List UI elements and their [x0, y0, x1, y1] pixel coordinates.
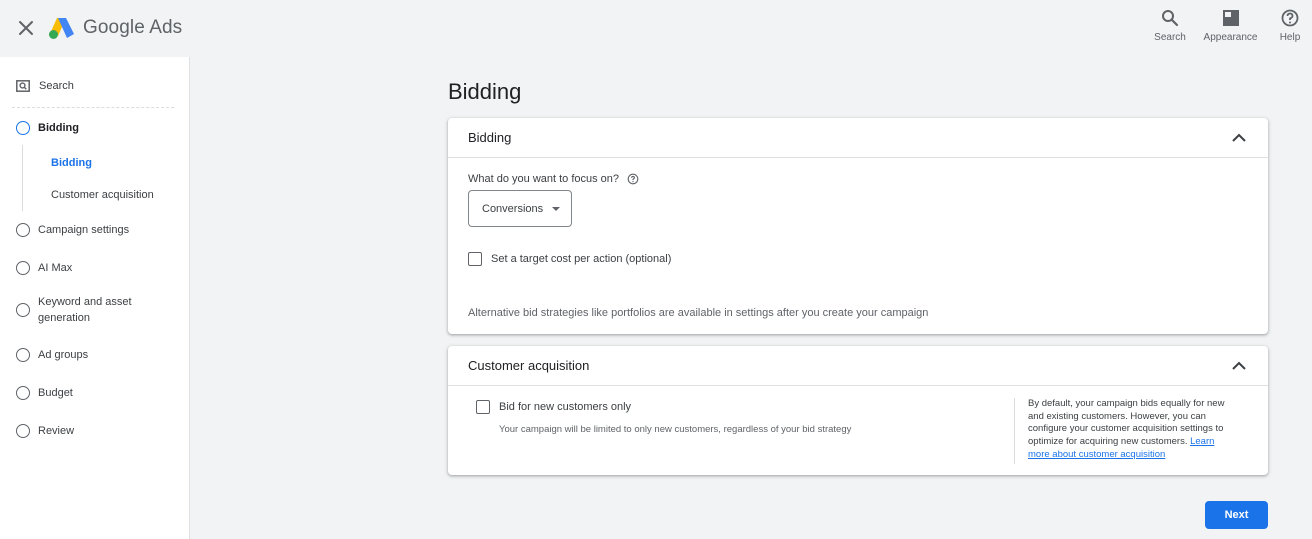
target-cpa-label: Set a target cost per action (optional): [491, 253, 672, 265]
new-customers-label: Bid for new customers only: [499, 401, 632, 413]
bid-strategy-note: Alternative bid strategies like portfoli…: [468, 307, 929, 319]
sidebar: Search Bidding Bidding Customer acquisit…: [0, 57, 190, 539]
help-circle-icon[interactable]: [627, 173, 639, 185]
appearance-label: Appearance: [1203, 32, 1258, 43]
sidebar-step-ai-max[interactable]: AI Max: [16, 260, 148, 276]
search-icon: [1162, 10, 1179, 27]
appearance-button[interactable]: Appearance: [1203, 8, 1258, 43]
customer-acquisition-card: Customer acquisition Bid for new custome…: [448, 346, 1268, 475]
step-status-icon: [16, 424, 30, 438]
target-cpa-checkbox[interactable]: [468, 252, 482, 266]
close-icon[interactable]: [16, 18, 36, 38]
new-customers-checkbox[interactable]: [476, 400, 490, 414]
help-icon: [1281, 9, 1299, 27]
focus-question: What do you want to focus on?: [468, 173, 639, 185]
sidebar-divider: [12, 107, 174, 108]
sidebar-step-review[interactable]: Review: [16, 423, 148, 439]
search-button[interactable]: Search: [1154, 8, 1186, 43]
sidebar-step-label: Keyword and asset generation: [38, 296, 132, 324]
step-status-icon: [16, 386, 30, 400]
acquisition-card-header[interactable]: Customer acquisition: [448, 346, 1268, 386]
new-customers-description: Your campaign will be limited to only ne…: [499, 424, 852, 435]
search-label: Search: [1154, 32, 1186, 43]
step-status-icon: [16, 261, 30, 275]
search-box-icon: [16, 80, 30, 92]
new-customers-row[interactable]: Bid for new customers only: [476, 400, 631, 414]
brand-name: Google Ads: [83, 17, 183, 38]
dropdown-caret-icon: [552, 206, 561, 211]
sidebar-step-label: Bidding: [38, 122, 79, 134]
chevron-up-icon[interactable]: [1230, 131, 1248, 145]
google-ads-logo-icon: [49, 18, 74, 39]
step-status-icon: [16, 303, 30, 317]
sidebar-search-label: Search: [39, 80, 74, 92]
top-bar: Google Ads Search Appearance Help: [0, 0, 1312, 57]
focus-dropdown-value: Conversions: [482, 202, 544, 215]
sidebar-substep-bidding[interactable]: Bidding: [51, 157, 92, 169]
sidebar-step-budget[interactable]: Budget: [16, 385, 148, 401]
sidebar-step-label: Review: [38, 425, 75, 437]
acquisition-info-panel: By default, your campaign bids equally f…: [1014, 398, 1234, 464]
help-label: Help: [1279, 32, 1301, 43]
bidding-card: Bidding What do you want to focus on? Co…: [448, 118, 1268, 334]
sidebar-search[interactable]: Search: [16, 80, 74, 92]
chevron-up-icon[interactable]: [1230, 359, 1248, 373]
bidding-card-header[interactable]: Bidding: [448, 118, 1268, 158]
appearance-icon: [1222, 10, 1239, 26]
focus-dropdown[interactable]: Conversions: [468, 190, 572, 227]
acquisition-card-title: Customer acquisition: [468, 358, 590, 373]
sidebar-substep-customer-acquisition[interactable]: Customer acquisition: [51, 189, 154, 201]
page-title: Bidding: [448, 79, 522, 104]
sidebar-step-keyword-asset-generation[interactable]: Keyword and asset generation: [16, 294, 148, 326]
help-button[interactable]: Help: [1276, 8, 1304, 43]
sidebar-step-ad-groups[interactable]: Ad groups: [16, 347, 148, 363]
next-button[interactable]: Next: [1205, 501, 1268, 529]
step-status-icon: [16, 348, 30, 362]
substeps-connector: [22, 145, 23, 211]
sidebar-step-label: Budget: [38, 387, 73, 399]
target-cpa-row[interactable]: Set a target cost per action (optional): [468, 252, 671, 266]
focus-label: What do you want to focus on?: [468, 173, 620, 185]
step-status-icon: [16, 223, 30, 237]
sidebar-step-label: Ad groups: [38, 349, 89, 361]
sidebar-step-bidding[interactable]: Bidding: [16, 120, 148, 136]
step-status-icon: [16, 121, 30, 135]
sidebar-step-label: AI Max: [38, 262, 73, 274]
bidding-card-title: Bidding: [468, 130, 512, 145]
sidebar-step-label: Campaign settings: [38, 224, 130, 236]
sidebar-step-campaign-settings[interactable]: Campaign settings: [16, 222, 148, 238]
